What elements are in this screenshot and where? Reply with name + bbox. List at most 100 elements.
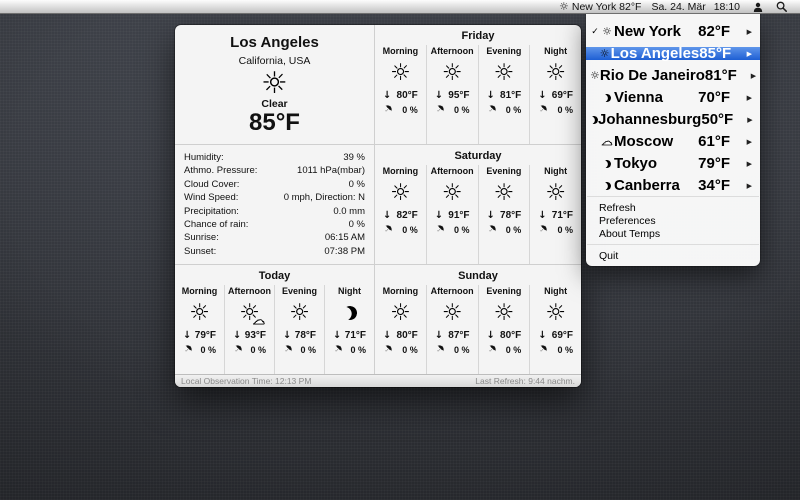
menu-item-city[interactable]: ✓☼New York82°F▶ <box>586 25 760 38</box>
forecast-slot: Night☼↓71°F☂0 % <box>529 165 581 264</box>
slot-precip-row: ☂0 % <box>530 224 581 235</box>
detail-label: Athmo. Pressure: <box>184 164 257 177</box>
detail-label: Cloud Cover: <box>184 178 239 191</box>
menubar-weather-status-item[interactable]: ☼ New York 82°F <box>559 1 641 13</box>
menu-item-city[interactable]: ☼Rio De Janeiro81°F▶ <box>586 69 760 82</box>
slot-icon: ☼ <box>390 176 411 210</box>
moon-icon-wrap <box>600 94 614 102</box>
slot-temp-row: ↓80°F <box>479 330 530 341</box>
last-refresh: Last Refresh: 9:44 nachm. <box>475 376 575 386</box>
temp-down-icon: ↓ <box>538 210 546 221</box>
current-conditions: Los Angeles California, USA ☼ Clear 85°F <box>175 25 374 145</box>
submenu-arrow-icon: ▶ <box>745 50 752 58</box>
forecast-slot: Afternoon☼↓91°F☂0 % <box>426 165 478 264</box>
slot-temp-row: ↓80°F <box>375 330 426 341</box>
submenu-arrow-icon: ▶ <box>744 94 752 102</box>
slot-icon: ☼ <box>545 56 566 90</box>
menu-item-city[interactable]: ☼Los Angeles85°F▶ <box>586 47 760 60</box>
today-forecast-container: TodayMorning☼↓79°F☂0 %Afternoon☼☁↓93°F☂0… <box>175 265 374 374</box>
menu-item-refresh[interactable]: Refresh <box>586 201 760 214</box>
submenu-arrow-icon: ▶ <box>744 28 752 36</box>
umbrella-icon: ☂ <box>432 342 446 356</box>
slot-icon: ☼ <box>442 56 463 90</box>
menu-item-city[interactable]: Tokyo79°F▶ <box>586 157 760 170</box>
menu-separator <box>587 244 759 245</box>
umbrella-icon: ☂ <box>432 222 446 236</box>
slot-temp-row: ↓69°F <box>530 90 581 101</box>
submenu-arrow-icon: ▶ <box>744 160 752 168</box>
city-temp: 82°F <box>694 23 730 40</box>
menubar-weather-label: New York 82°F <box>572 1 642 13</box>
city-temp: 79°F <box>694 155 730 172</box>
detail-label: Humidity: <box>184 151 224 164</box>
sun-icon: ☼ <box>590 70 600 81</box>
slot-temp: 95°F <box>448 90 469 101</box>
umbrella-icon: ☂ <box>380 222 394 236</box>
moon-icon <box>602 181 612 191</box>
slot-name: Afternoon <box>431 166 474 176</box>
slot-name: Evening <box>282 286 317 296</box>
forecast-slot: Evening☼↓81°F☂0 % <box>478 45 530 144</box>
weather-details: Humidity:39 %Athmo. Pressure:1011 hPa(mb… <box>175 145 374 265</box>
menu-item-city[interactable]: ☁Moscow61°F▶ <box>586 135 760 148</box>
forecast-slots: Morning☼↓80°F☂0 %Afternoon☼↓95°F☂0 %Even… <box>375 45 581 144</box>
moon-icon <box>602 93 612 103</box>
slot-icon: ☼ <box>545 296 566 330</box>
city-temp: 70°F <box>694 89 730 106</box>
slot-name: Night <box>338 286 361 296</box>
detail-label: Precipitation: <box>184 205 239 218</box>
slot-precip-row: ☂0 % <box>479 344 530 355</box>
slot-precip: 0 % <box>454 105 470 115</box>
slot-precip-row: ☂0 % <box>375 104 426 115</box>
city-name: Johannesburg <box>598 111 701 128</box>
menu-item-preferences[interactable]: Preferences <box>586 214 760 227</box>
slot-precip: 0 % <box>454 225 470 235</box>
checkmark-icon: ✓ <box>590 27 600 37</box>
detail-value: 0 mph, Direction: N <box>284 191 365 204</box>
user-icon[interactable] <box>753 2 763 12</box>
temp-down-icon: ↓ <box>435 330 443 341</box>
sun-cloud-icon: ☼☁ <box>239 301 260 325</box>
menu-item-quit[interactable]: Quit <box>586 249 760 262</box>
sun-icon: ☼ <box>545 301 566 325</box>
slot-temp-row: ↓71°F <box>530 210 581 221</box>
menu-item-about-temps[interactable]: About Temps <box>586 227 760 240</box>
menubar-clock[interactable]: 18:10 <box>714 1 740 13</box>
status-bar: Local Observation Time: 12:13 PM Last Re… <box>175 374 581 387</box>
menu-item-city[interactable]: Johannesburg50°F▶ <box>586 113 760 126</box>
forecast-slot: Evening☼↓78°F☂0 % <box>478 165 530 264</box>
slot-precip-row: ☂0 % <box>375 344 426 355</box>
umbrella-icon: ☂ <box>280 342 294 356</box>
detail-value: 39 % <box>343 151 365 164</box>
moon-icon <box>341 305 358 322</box>
slot-precip: 0 % <box>506 105 522 115</box>
slot-precip: 0 % <box>200 345 216 355</box>
sun-icon: ☼ <box>545 181 566 205</box>
sun-icon: ☼ <box>390 301 411 325</box>
slot-name: Night <box>544 46 567 56</box>
menu-item-city[interactable]: Canberra34°F▶ <box>586 179 760 192</box>
sun-icon: ☼ <box>559 2 569 12</box>
forecast-slots: Morning☼↓82°F☂0 %Afternoon☼↓91°F☂0 %Even… <box>375 165 581 264</box>
detail-value: 0.0 mm <box>333 205 365 218</box>
forecast-sunday: SundayMorning☼↓80°F☂0 %Afternoon☼↓87°F☂0… <box>375 265 581 374</box>
slot-temp-row: ↓79°F <box>175 330 224 341</box>
slot-precip: 0 % <box>402 225 418 235</box>
temp-down-icon: ↓ <box>487 210 495 221</box>
city-temp: 50°F <box>701 111 733 128</box>
slot-precip-row: ☂0 % <box>427 104 478 115</box>
menu-item-city[interactable]: Vienna70°F▶ <box>586 91 760 104</box>
sun-icon: ☼ <box>390 181 411 205</box>
slot-temp-row: ↓82°F <box>375 210 426 221</box>
search-icon[interactable] <box>776 1 787 12</box>
temp-down-icon: ↓ <box>383 210 391 221</box>
slot-temp-row: ↓93°F <box>225 330 274 341</box>
slot-name: Evening <box>486 46 521 56</box>
panel-left-column: Los Angeles California, USA ☼ Clear 85°F… <box>175 25 374 374</box>
slot-icon: ☼ <box>289 296 310 330</box>
city-list: ✓☼New York82°F▶☼Los Angeles85°F▶☼Rio De … <box>586 25 760 192</box>
temp-down-icon: ↓ <box>383 330 391 341</box>
forecast-slot: Morning☼↓80°F☂0 % <box>375 285 426 374</box>
detail-row: Precipitation: 0.0 mm <box>184 205 365 218</box>
menubar-date[interactable]: Sa. 24. Mär <box>651 1 705 13</box>
